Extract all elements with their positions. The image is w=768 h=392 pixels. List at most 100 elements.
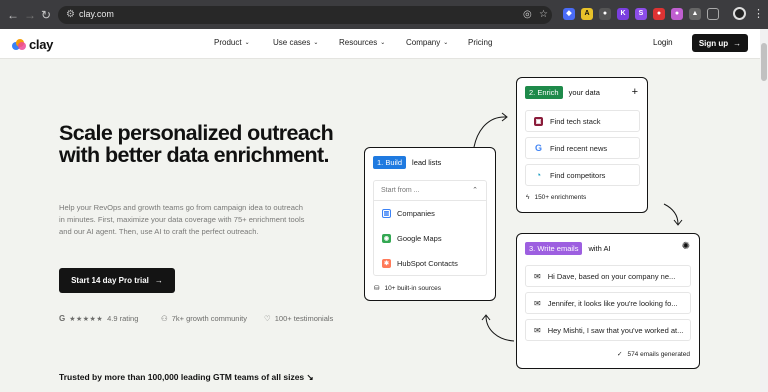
extension-icon-1[interactable]: ◆ (563, 8, 575, 20)
nav-pricing[interactable]: Pricing (468, 38, 492, 47)
build-card: 1. Build lead lists Start from ... ⌃ ▥ C… (364, 147, 496, 301)
row-label: Jennifer, it looks like you're looking f… (547, 298, 678, 308)
extensions-puzzle-icon[interactable] (707, 8, 719, 20)
emails-card-footer: ✓ 574 emails generated (617, 350, 690, 359)
page-scrollbar[interactable] (760, 29, 768, 392)
nav-label: Product (214, 38, 242, 47)
nav-label: Use cases (273, 38, 311, 47)
enrich-row-news[interactable]: G Find recent news (525, 137, 640, 159)
signup-label: Sign up (698, 38, 729, 48)
site-settings-icon[interactable]: ⚙ (66, 9, 75, 20)
emails-card-title: with AI (588, 244, 611, 253)
option-companies[interactable]: ▥ Companies (382, 209, 435, 218)
enrich-tag: 2. Enrich (525, 86, 563, 99)
browser-toolbar: ← → ↻ ⚙ clay.com ◎ ☆ ◆ A ● K S ● ● ▲ ⋮ (0, 0, 768, 29)
bookmark-star-icon[interactable]: ☆ (539, 9, 548, 20)
emails-card-header: 3. Write emails with AI (525, 242, 611, 255)
mail-icon: ✉ (534, 325, 541, 335)
source-select[interactable]: Start from ... ⌃ ▥ Companies ◉ Google Ma… (373, 180, 487, 276)
database-icon: ⛁ (374, 285, 380, 292)
build-card-title: lead lists (412, 158, 442, 167)
email-row-3[interactable]: ✉ Hey Mishti, I saw that you've worked a… (525, 319, 691, 341)
scrollbar-thumb[interactable] (761, 43, 767, 81)
more-menu-icon[interactable]: ⋮ (753, 7, 764, 20)
enrich-row-tech-stack[interactable]: ▣ Find tech stack (525, 110, 640, 132)
g2-icon: G (59, 314, 66, 323)
row-label: Find recent news (550, 143, 608, 153)
tech-stack-icon: ▣ (534, 116, 543, 126)
option-hubspot[interactable]: ✱ HubSpot Contacts (382, 259, 458, 268)
trusted-by-text: Trusted by more than 100,000 leading GTM… (59, 372, 314, 383)
nav-resources[interactable]: Resources ⌄ (339, 38, 385, 47)
extension-icon-7[interactable]: ● (671, 8, 683, 20)
lightning-icon: ϟ (526, 194, 530, 201)
build-footer-text: 10+ built-in sources (384, 284, 441, 292)
rating-stars-icon: ★★★★★ (69, 315, 104, 323)
reload-icon[interactable]: ↻ (39, 8, 53, 22)
start-trial-button[interactable]: Start 14 day Pro trial → (59, 268, 175, 293)
chevron-down-icon: ⌄ (313, 40, 319, 46)
nav-label: Company (406, 38, 441, 47)
openai-icon: ✺ (681, 241, 690, 252)
emails-card: 3. Write emails with AI ✺ ✉ Hi Dave, bas… (516, 233, 700, 369)
arrow-right-icon: → (733, 38, 742, 48)
nav-label: Pricing (468, 38, 493, 47)
select-placeholder-text: Start from ... (381, 187, 420, 194)
plus-icon[interactable]: + (632, 86, 638, 98)
emails-tag: 3. Write emails (525, 242, 583, 255)
enrich-card-footer: ϟ 150+ enrichments (526, 194, 586, 201)
option-google-maps[interactable]: ◉ Google Maps (382, 234, 442, 243)
clay-logo[interactable]: clay (12, 37, 53, 52)
chevron-down-icon: ⌄ (244, 40, 250, 46)
extension-icon-8[interactable]: ▲ (689, 8, 701, 20)
profile-avatar[interactable] (733, 7, 746, 20)
nav-company[interactable]: Company ⌄ (406, 38, 448, 47)
forward-icon[interactable]: → (23, 8, 37, 22)
extension-icon-2[interactable]: A (581, 8, 593, 20)
google-maps-icon: ◉ (382, 234, 391, 243)
extension-icon-5[interactable]: S (635, 8, 647, 20)
clay-logo-icon (12, 39, 26, 50)
emails-footer-text: 574 emails generated (627, 350, 690, 358)
nav-product[interactable]: Product ⌄ (214, 38, 250, 47)
nav-label: Resources (339, 38, 378, 47)
community-text: 7k+ growth community (171, 314, 247, 323)
enrich-card-title: your data (568, 88, 600, 97)
build-card-footer: ⛁ 10+ built-in sources (374, 284, 441, 293)
eye-off-icon[interactable]: ◎ (523, 9, 532, 20)
chevron-down-icon: ⌄ (443, 40, 449, 46)
row-label: Hey Mishti, I saw that you've worked at.… (547, 325, 684, 335)
option-label: Companies (397, 209, 435, 218)
nav-use-cases[interactable]: Use cases ⌄ (273, 38, 318, 47)
logo-text: clay (29, 37, 54, 52)
hubspot-icon: ✱ (382, 259, 391, 268)
signup-button[interactable]: Sign up → (692, 34, 748, 52)
users-icon: ⚇ (161, 314, 168, 323)
competitors-icon: ◔ (534, 170, 543, 180)
extension-icon-3[interactable]: ● (599, 8, 611, 20)
address-bar[interactable]: ⚙ clay.com ◎ ☆ (58, 6, 552, 24)
email-row-1[interactable]: ✉ Hi Dave, based on your company ne... (525, 265, 691, 287)
heart-icon: ♡ (264, 314, 271, 323)
email-row-2[interactable]: ✉ Jennifer, it looks like you're looking… (525, 292, 691, 314)
enrich-card-header: 2. Enrich your data (525, 86, 600, 99)
chevron-down-icon: ⌄ (380, 40, 386, 46)
login-link[interactable]: Login (653, 38, 673, 47)
google-icon: G (534, 143, 543, 153)
enrich-row-competitors[interactable]: ◔ Find competitors (525, 164, 640, 186)
rating-text: 4.9 rating (107, 314, 139, 323)
back-icon[interactable]: ← (6, 8, 20, 22)
extension-icon-4[interactable]: K (617, 8, 629, 20)
row-label: Find competitors (550, 170, 606, 180)
testimonials-text: 100+ testimonials (274, 314, 334, 323)
build-tag: 1. Build (373, 156, 407, 169)
source-select-placeholder[interactable]: Start from ... (374, 181, 486, 201)
extension-icon-6[interactable]: ● (653, 8, 665, 20)
hero-title: Scale personalized outreach with better … (59, 121, 334, 167)
chevron-up-icon[interactable]: ⌃ (472, 186, 478, 194)
testimonials-proof: ♡ 100+ testimonials (264, 314, 333, 323)
mail-icon: ✉ (534, 298, 541, 308)
row-label: Find tech stack (550, 116, 601, 126)
url-text[interactable]: clay.com (79, 9, 114, 19)
enrich-footer-text: 150+ enrichments (534, 194, 587, 201)
